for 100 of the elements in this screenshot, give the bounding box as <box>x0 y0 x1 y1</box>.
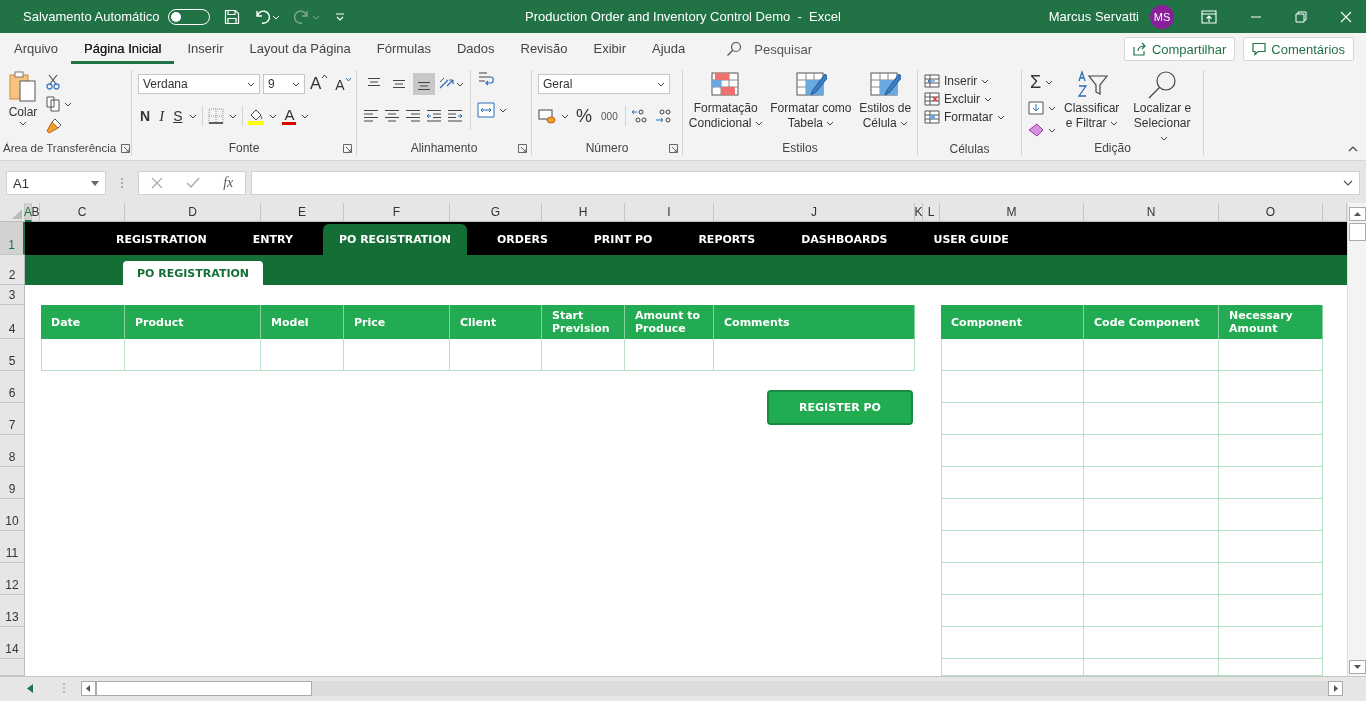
expand-icon[interactable] <box>1343 180 1353 186</box>
name-box[interactable]: A1 <box>6 171 106 195</box>
row-header[interactable]: 11 <box>0 531 25 563</box>
cells-button[interactable]: Excluir <box>924 90 992 108</box>
nav-tab[interactable]: PRINT PO <box>577 224 669 255</box>
table-cell[interactable] <box>1219 595 1323 627</box>
customize-caret-icon[interactable] <box>333 10 346 23</box>
caret-icon[interactable] <box>301 113 310 119</box>
scroll-up-icon[interactable] <box>1348 207 1366 221</box>
row-header[interactable]: 10 <box>0 499 25 531</box>
ribbon-tab[interactable]: Ajuda <box>639 34 699 64</box>
row-header[interactable]: 3 <box>0 285 25 305</box>
row-header[interactable] <box>0 659 25 676</box>
table-cell[interactable] <box>344 339 450 371</box>
table-cell[interactable] <box>941 627 1084 659</box>
table-cell[interactable] <box>1084 435 1219 467</box>
table-cell[interactable] <box>941 339 1084 371</box>
decrease-decimal-icon[interactable] <box>653 108 672 124</box>
caret-icon[interactable] <box>499 107 507 113</box>
row-header[interactable]: 7 <box>0 403 25 435</box>
horizontal-scrollbar[interactable] <box>81 680 1343 696</box>
styles-button[interactable]: Estilos de Célula <box>857 70 914 131</box>
styles-button[interactable]: Formatação Condicional <box>686 70 765 131</box>
scroll-thumb[interactable] <box>1348 223 1366 241</box>
table-cell[interactable] <box>1219 563 1323 595</box>
paste-button[interactable]: Colar <box>6 70 40 126</box>
undo-icon[interactable] <box>253 8 280 25</box>
dialog-launcher-icon[interactable] <box>121 143 131 153</box>
table-cell[interactable] <box>941 531 1084 563</box>
column-header[interactable]: O <box>1219 203 1323 222</box>
drag-handle-icon[interactable] <box>62 681 66 695</box>
ribbon-tab[interactable]: Arquivo <box>1 34 72 64</box>
copy-icon[interactable] <box>46 96 60 112</box>
eraser-icon[interactable] <box>1028 123 1044 137</box>
table-cell[interactable] <box>1219 339 1323 371</box>
table-cell[interactable] <box>941 499 1084 531</box>
cells-button[interactable]: Inserir <box>924 72 990 90</box>
autosum-button[interactable]: Σ <box>1028 72 1056 93</box>
table-cell[interactable] <box>1219 627 1323 659</box>
grow-font-button[interactable]: A <box>308 74 331 94</box>
row-header[interactable]: 13 <box>0 595 25 627</box>
previous-sheet-icon[interactable] <box>27 683 33 693</box>
table-cell[interactable] <box>1219 499 1323 531</box>
table-cell[interactable] <box>41 339 125 371</box>
table-cell[interactable] <box>1219 531 1323 563</box>
restore-icon[interactable] <box>1295 10 1307 23</box>
row-header[interactable]: 5 <box>0 339 25 371</box>
search-field[interactable]: Pesquisar <box>752 40 837 58</box>
caret-icon[interactable] <box>1048 105 1056 111</box>
styles-button[interactable]: Formatar como Tabela <box>768 70 854 131</box>
row-header[interactable]: 4 <box>0 305 25 339</box>
collapse-ribbon-icon[interactable] <box>1348 146 1358 152</box>
increase-decimal-icon[interactable] <box>630 108 649 124</box>
scissors-icon[interactable] <box>46 74 60 90</box>
caret-icon[interactable] <box>189 113 198 119</box>
formula-input[interactable] <box>251 171 1360 195</box>
row-header[interactable]: 1 <box>0 222 25 255</box>
dialog-launcher-icon[interactable] <box>518 144 527 153</box>
table-cell[interactable] <box>1084 403 1219 435</box>
row-header[interactable]: 2 <box>0 255 25 285</box>
column-header[interactable]: I <box>625 203 714 222</box>
table-cell[interactable] <box>1084 563 1219 595</box>
column-header[interactable]: H <box>542 203 625 222</box>
row-header[interactable]: 9 <box>0 467 25 499</box>
user-avatar[interactable]: MS <box>1150 4 1174 29</box>
font-size-field[interactable]: 9 <box>263 74 305 94</box>
table-cell[interactable] <box>1084 371 1219 403</box>
scroll-thumb[interactable] <box>96 680 312 696</box>
table-cell[interactable] <box>714 339 915 371</box>
row-header[interactable]: 14 <box>0 627 25 659</box>
cancel-icon[interactable] <box>150 177 163 189</box>
nav-tab[interactable]: REPORTS <box>682 224 772 255</box>
dialog-launcher-icon[interactable] <box>669 144 678 153</box>
comments-button[interactable]: Comentários <box>1243 37 1354 61</box>
drag-handle-icon[interactable] <box>120 176 124 190</box>
nav-tab[interactable]: REGISTRATION <box>100 224 223 255</box>
ribbon-display-icon[interactable] <box>1201 9 1217 24</box>
ribbon-tab[interactable]: Inserir <box>174 34 237 64</box>
underline-button[interactable]: S <box>171 108 185 124</box>
borders-icon[interactable] <box>208 108 225 124</box>
vertical-align-button[interactable] <box>413 73 435 95</box>
ribbon-tab[interactable]: Dados <box>443 34 508 64</box>
currency-icon[interactable] <box>538 108 556 124</box>
table-cell[interactable] <box>542 339 625 371</box>
italic-button[interactable]: I <box>157 107 167 125</box>
shrink-font-button[interactable]: A <box>333 77 354 93</box>
table-cell[interactable] <box>1084 627 1219 659</box>
redo-icon[interactable] <box>293 8 320 25</box>
nav-tab[interactable]: DASHBOARDS <box>785 224 904 255</box>
bold-button[interactable]: N <box>138 108 153 124</box>
table-cell[interactable] <box>941 467 1084 499</box>
scroll-right-icon[interactable] <box>1328 680 1343 696</box>
nav-tab[interactable]: USER GUIDE <box>917 224 1025 255</box>
ribbon-tab[interactable]: Fórmulas <box>363 34 444 64</box>
column-header[interactable]: F <box>344 203 450 222</box>
ribbon-tab[interactable]: Revisão <box>507 34 581 64</box>
table-cell[interactable] <box>450 339 542 371</box>
thousands-button[interactable]: 000 <box>599 110 620 122</box>
table-cell[interactable] <box>125 339 261 371</box>
increase-indent-icon[interactable] <box>447 109 463 123</box>
